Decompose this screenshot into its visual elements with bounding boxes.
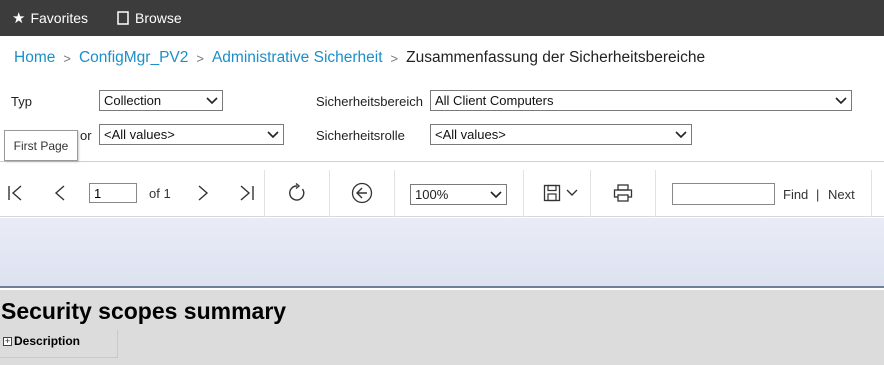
toolbar-divider	[871, 170, 872, 217]
browse-nav[interactable]: Browse	[105, 0, 182, 36]
favorites-nav[interactable]: ★ Favorites	[0, 0, 105, 36]
first-page-button[interactable]	[5, 182, 27, 204]
chevron-down-icon	[566, 189, 578, 196]
row2-select-value: <All values>	[104, 127, 175, 142]
chevron-right-icon: >	[390, 50, 399, 66]
report-header-band	[0, 218, 884, 288]
back-arrow-circle-icon	[351, 182, 373, 204]
row2-label: or	[80, 128, 92, 143]
report-title: Security scopes summary	[1, 298, 287, 324]
find-input[interactable]	[672, 183, 775, 205]
report-body: Security scopes summary + Description	[0, 290, 884, 365]
chevron-left-icon	[54, 185, 65, 201]
description-row: + Description	[0, 330, 118, 358]
chevron-down-icon	[835, 96, 847, 104]
typ-label: Typ	[11, 94, 32, 109]
refresh-icon	[289, 183, 305, 201]
chevron-right-icon: >	[63, 50, 71, 66]
description-label: Description	[14, 334, 81, 348]
chevron-right-icon: >	[196, 50, 204, 66]
toolbar-divider	[394, 170, 395, 217]
zoom-select[interactable]: 100%	[410, 184, 507, 205]
sicherheitsbereich-label: Sicherheitsbereich	[316, 94, 423, 109]
back-button[interactable]	[351, 182, 373, 204]
breadcrumb-current: Zusammenfassung der Sicherheitsbereiche	[406, 49, 706, 66]
toolbar-divider	[329, 170, 330, 217]
previous-page-button[interactable]	[49, 182, 71, 204]
last-page-button[interactable]	[235, 182, 257, 204]
find-next-divider: |	[816, 187, 820, 202]
chevron-down-icon	[206, 96, 218, 104]
browse-label: Browse	[135, 10, 182, 26]
last-page-icon	[240, 185, 254, 201]
chevron-down-icon	[675, 130, 687, 138]
print-button[interactable]	[612, 182, 634, 204]
zoom-value: 100%	[415, 187, 449, 202]
expand-icon[interactable]: +	[3, 337, 12, 346]
next-page-button[interactable]	[192, 182, 214, 204]
breadcrumb-admin-security[interactable]: Administrative Sicherheit	[212, 49, 383, 67]
report-parameters: Typ Collection or <All values> Sicherhei…	[0, 80, 884, 162]
sicherheitsrolle-select[interactable]: <All values>	[430, 124, 692, 145]
favorites-label: Favorites	[30, 10, 89, 26]
chevron-down-icon	[267, 130, 279, 138]
document-icon	[117, 11, 129, 25]
page-number-input[interactable]	[89, 183, 137, 203]
chevron-down-icon	[490, 190, 502, 198]
sicherheitsrolle-label: Sicherheitsrolle	[316, 128, 405, 143]
toolbar-divider	[523, 170, 524, 217]
toolbar-divider	[655, 170, 656, 217]
chevron-right-icon	[198, 185, 209, 201]
save-icon	[543, 184, 561, 202]
row2-select[interactable]: <All values>	[99, 124, 284, 145]
export-button[interactable]	[540, 182, 582, 204]
first-page-tooltip: First Page	[4, 130, 78, 161]
top-nav-bar: ★ Favorites Browse	[0, 0, 884, 36]
star-icon: ★	[12, 10, 26, 27]
sicherheitsrolle-select-value: <All values>	[435, 127, 506, 142]
sicherheitsbereich-select-value: All Client Computers	[435, 93, 554, 108]
find-link[interactable]: Find	[783, 187, 808, 202]
sicherheitsbereich-select[interactable]: All Client Computers	[430, 90, 852, 111]
breadcrumb: Home > ConfigMgr_PV2 > Administrative Si…	[14, 46, 705, 70]
breadcrumb-home[interactable]: Home	[14, 49, 55, 67]
next-link[interactable]: Next	[828, 187, 855, 202]
first-page-icon	[8, 185, 22, 201]
breadcrumb-configmgr[interactable]: ConfigMgr_PV2	[79, 49, 188, 67]
typ-select-value: Collection	[104, 93, 162, 108]
refresh-button[interactable]	[286, 182, 308, 204]
page-count: of 1	[149, 186, 171, 201]
toolbar-divider	[590, 170, 591, 217]
print-icon	[613, 184, 633, 202]
toolbar-divider	[264, 170, 265, 217]
typ-select[interactable]: Collection	[99, 90, 223, 111]
